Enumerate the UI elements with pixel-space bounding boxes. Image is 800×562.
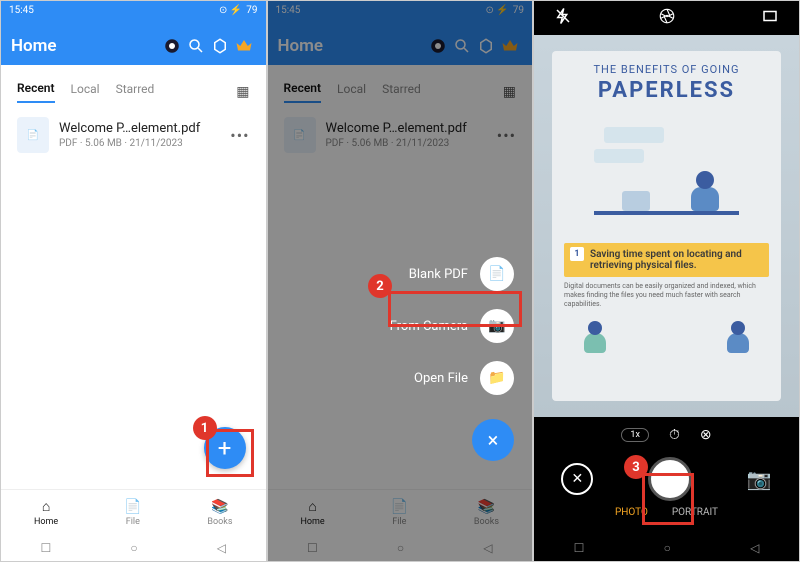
fab-menu: Blank PDF 📄 From Camera 📷 Open File 📁 ×: [390, 257, 514, 461]
poster: THE BENEFITS OF GOING PAPERLESS 1 Saving…: [552, 51, 781, 401]
folder-icon: 📁: [480, 361, 514, 395]
nav-books[interactable]: 📚Books: [207, 499, 232, 527]
home-icon: ⌂: [42, 498, 50, 515]
cancel-button[interactable]: ✕: [561, 463, 593, 495]
fab-label: Blank PDF: [409, 267, 468, 282]
nav-home[interactable]: ⌂Home: [34, 498, 58, 527]
tabs: Recent Local Starred ▦: [17, 81, 250, 103]
page-title: Home: [11, 36, 160, 56]
poster-title-1: THE BENEFITS OF GOING: [564, 63, 769, 76]
callout-1: 1: [193, 416, 217, 440]
poster-point-num: 1: [570, 247, 584, 261]
nav-file[interactable]: 📄File: [124, 499, 141, 527]
books-icon: 📚: [211, 499, 228, 515]
tab-recent[interactable]: Recent: [17, 81, 55, 103]
callout-3-border: [642, 473, 694, 525]
poster-illustration: [564, 121, 769, 231]
screen-1: 15:45 ⊙ ⚡ 79 Home Recent Local Starred ▦…: [0, 0, 267, 562]
viewfinder: THE BENEFITS OF GOING PAPERLESS 1 Saving…: [534, 35, 799, 417]
file-name: Welcome P…element.pdf: [59, 121, 220, 136]
file-info: Welcome P…element.pdf PDF · 5.06 MB · 21…: [59, 121, 220, 149]
nav-recent-icon[interactable]: ☐: [574, 541, 585, 555]
nav-back-icon[interactable]: ◁: [217, 541, 226, 555]
settings-icon[interactable]: [208, 34, 232, 58]
callout-2: 2: [368, 274, 392, 298]
grid-view-icon[interactable]: ▦: [236, 84, 249, 100]
crown-icon[interactable]: [232, 34, 256, 58]
camera-controls: 1x ⏱ ⊗: [534, 417, 799, 453]
file-icon: 📄: [124, 499, 141, 515]
screen-2: 15:45 ⊙ ⚡ 79 Home Recent Local Starred ▦…: [267, 0, 534, 562]
status-time: 15:45: [9, 5, 34, 16]
timer-icon[interactable]: ⏱: [669, 427, 680, 443]
status-bar: 15:45 ⊙ ⚡ 79: [1, 1, 266, 19]
account-icon[interactable]: [160, 34, 184, 58]
nav-home-icon[interactable]: ○: [664, 541, 671, 555]
aspect-ratio-icon[interactable]: [761, 7, 779, 29]
file-thumb-icon: 📄: [17, 117, 49, 153]
document-icon: 📄: [480, 257, 514, 291]
header: 15:45 ⊙ ⚡ 79 Home: [1, 1, 266, 65]
poster-point: 1 Saving time spent on locating and retr…: [564, 243, 769, 277]
bottom-nav: ⌂Home 📄File 📚Books: [1, 489, 266, 535]
more-icon[interactable]: •••: [230, 126, 249, 145]
callout-3: 3: [624, 455, 648, 479]
camera-top-bar: [534, 1, 799, 35]
file-row[interactable]: 📄 Welcome P…element.pdf PDF · 5.06 MB · …: [17, 117, 250, 153]
aperture-icon[interactable]: [658, 7, 676, 29]
file-meta: PDF · 5.06 MB · 21/11/2023: [59, 138, 220, 149]
nav-back-icon[interactable]: ◁: [750, 541, 759, 555]
screen-3-camera: THE BENEFITS OF GOING PAPERLESS 1 Saving…: [533, 0, 800, 562]
flash-icon[interactable]: [554, 7, 572, 29]
switch-camera-icon[interactable]: 📷: [747, 467, 772, 491]
filter-icon[interactable]: ⊗: [700, 427, 712, 443]
tab-starred[interactable]: Starred: [116, 82, 155, 102]
poster-point-text: Saving time spent on locating and retrie…: [590, 249, 742, 271]
nav-home-icon[interactable]: ○: [130, 541, 137, 555]
system-nav: ☐ ○ ◁: [534, 535, 799, 561]
tab-local[interactable]: Local: [71, 82, 100, 102]
status-right: ⊙ ⚡ 79: [219, 5, 258, 16]
search-icon[interactable]: [184, 34, 208, 58]
system-nav: ☐ ○ ◁: [1, 535, 266, 561]
poster-title-2: PAPERLESS: [564, 78, 769, 103]
poster-desc: Digital documents can be easily organize…: [564, 282, 769, 309]
fab-option-blank-pdf[interactable]: Blank PDF 📄: [409, 257, 514, 291]
nav-recent-icon[interactable]: ☐: [41, 541, 52, 555]
poster-illustration-2: [564, 317, 769, 357]
zoom-badge[interactable]: 1x: [621, 428, 649, 442]
fab-option-open-file[interactable]: Open File 📁: [414, 361, 514, 395]
callout-2-border: [388, 291, 522, 327]
fab-label: Open File: [414, 371, 468, 386]
fab-close[interactable]: ×: [472, 419, 514, 461]
